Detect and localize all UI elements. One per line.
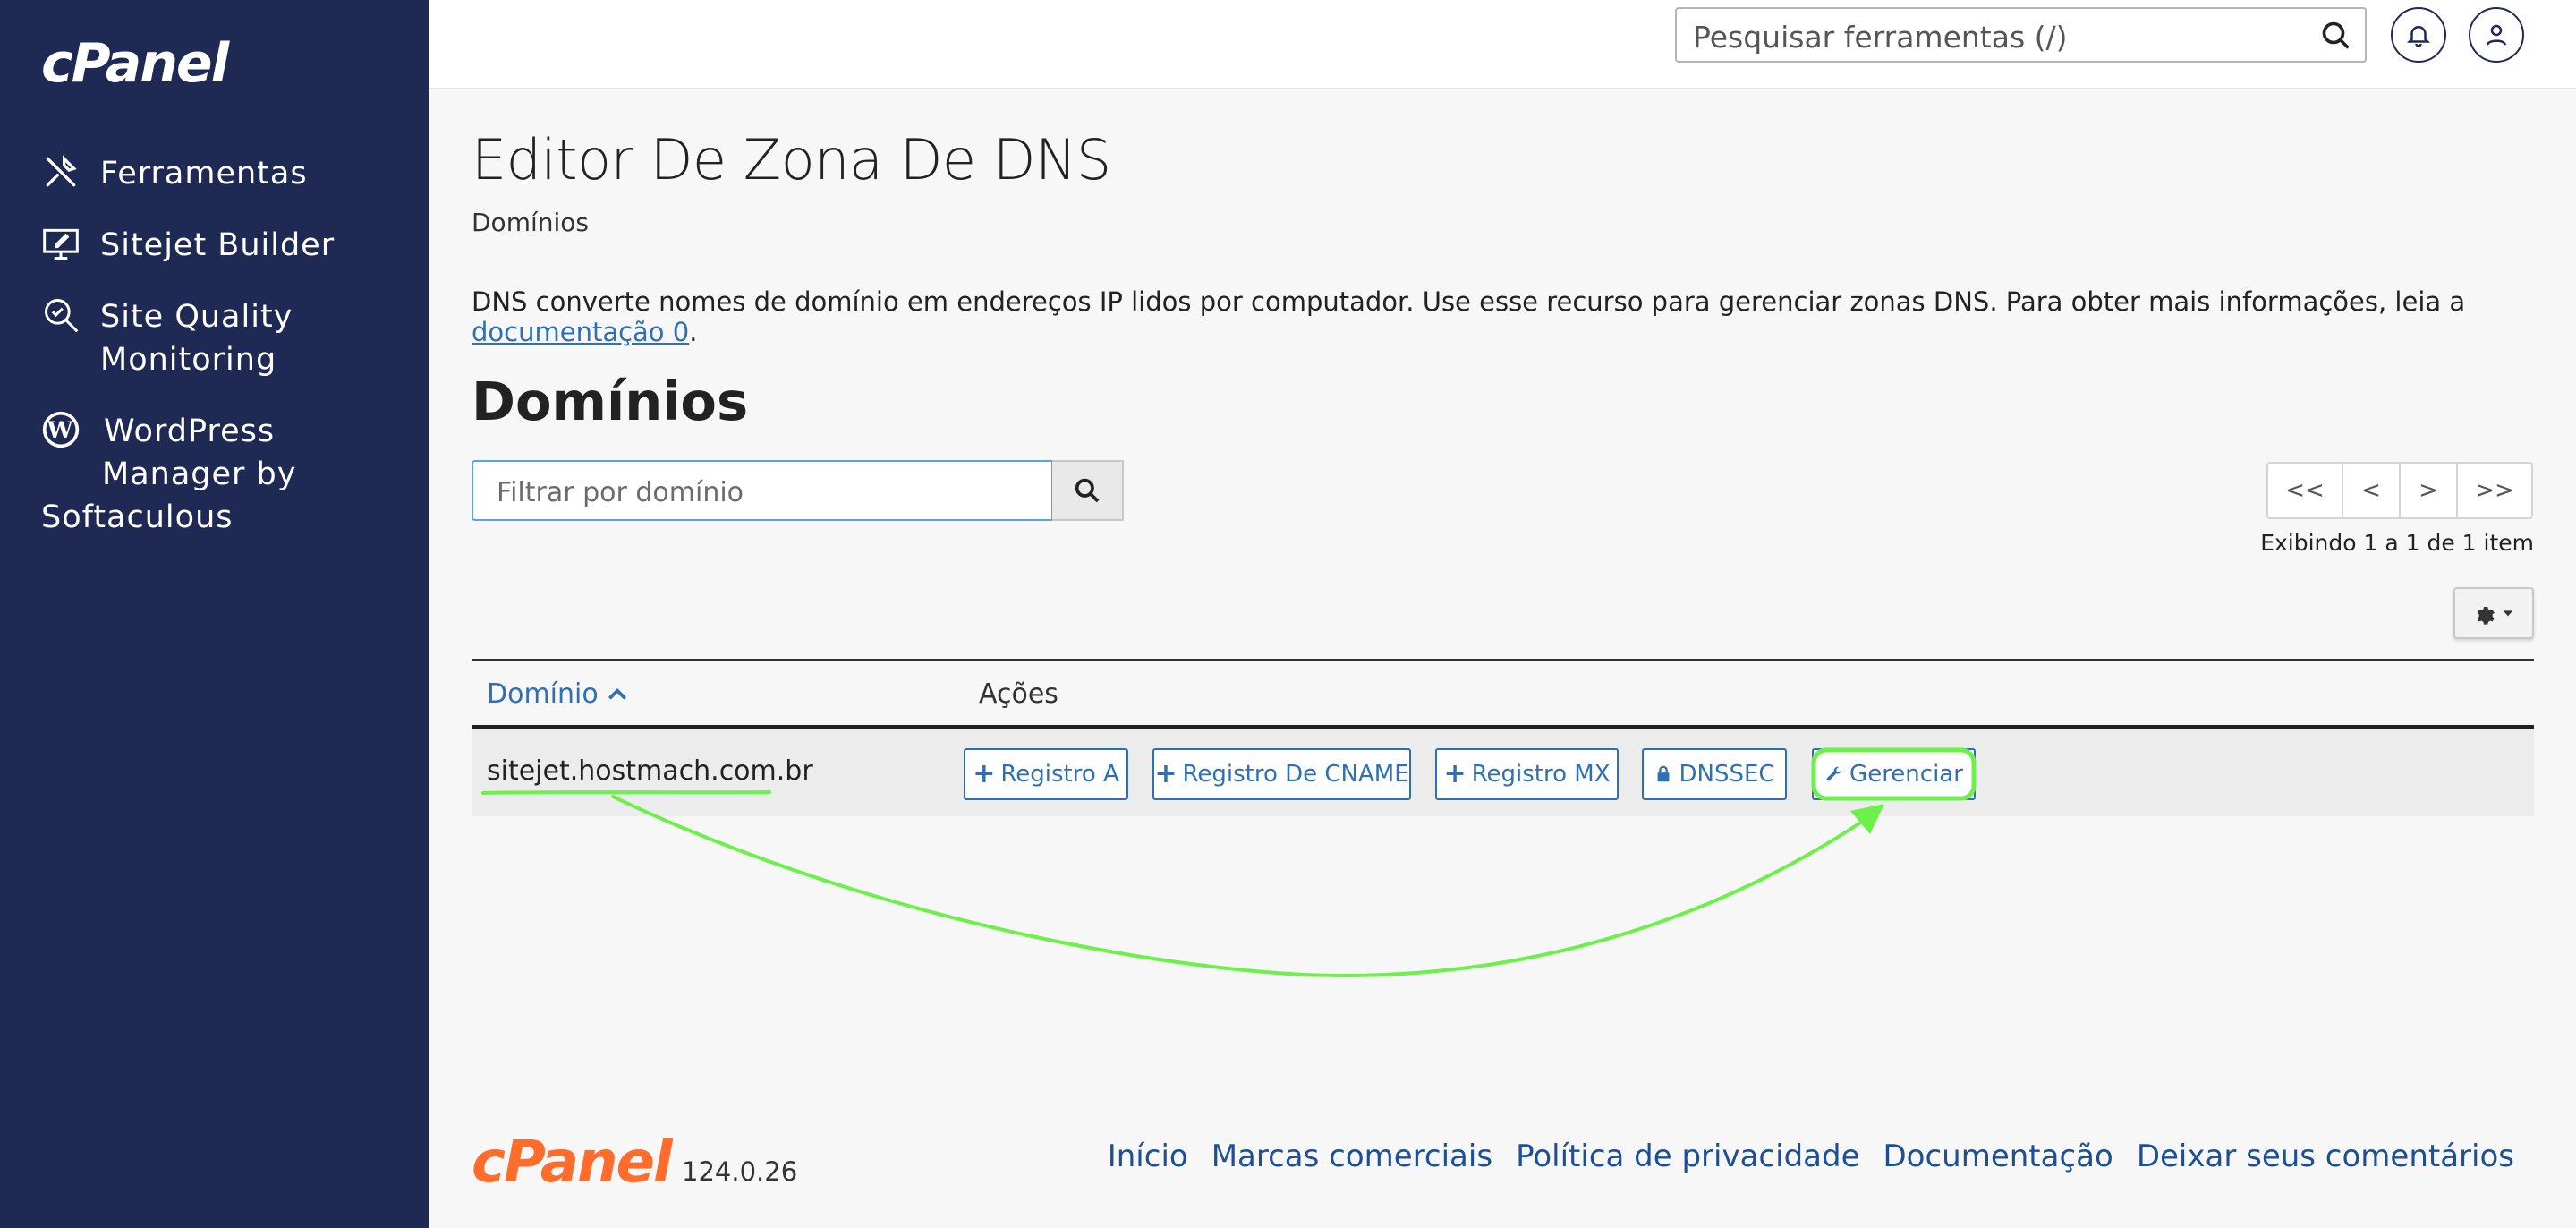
settings-dropdown-button[interactable] [2453, 587, 2534, 639]
description-end: . [689, 317, 698, 347]
documentation-link[interactable]: documentação 0 [472, 317, 689, 347]
lock-icon [1658, 765, 1670, 782]
footer-link-privacy[interactable]: Política de privacidade [1516, 1138, 1859, 1174]
label-line-2: Monitoring [100, 342, 277, 378]
button-label: Registro A [1000, 761, 1119, 788]
bell-icon [2406, 26, 2431, 47]
footer-link-feedback[interactable]: Deixar seus comentários [2137, 1138, 2514, 1174]
gear-icon [2477, 606, 2495, 625]
next-page-button[interactable]: > [2399, 462, 2458, 519]
monitor-pen-icon [41, 224, 86, 267]
tools-icon [41, 152, 86, 195]
tool-search-input[interactable] [1691, 18, 2303, 55]
label-line-1: Site Quality [100, 299, 293, 335]
pagination: << < > >> [2266, 462, 2533, 519]
last-page-button[interactable]: >> [2456, 462, 2533, 519]
magnifier-check-icon [41, 295, 86, 338]
button-label: Gerenciar [1849, 761, 1963, 788]
add-a-record-button[interactable]: + Registro A [964, 748, 1128, 800]
add-mx-record-button[interactable]: + Registro MX [1435, 748, 1619, 800]
user-menu-button[interactable] [2469, 7, 2524, 63]
sidebar-item-site-quality[interactable]: Site Quality Monitoring [41, 295, 293, 381]
user-icon [2486, 24, 2507, 46]
caret-down-icon [2503, 610, 2513, 617]
footer-link-trademarks[interactable]: Marcas comerciais [1211, 1138, 1492, 1174]
button-label: DNSSEC [1679, 761, 1775, 788]
section-title: Domínios [472, 371, 749, 432]
prev-page-button[interactable]: < [2342, 462, 2401, 519]
sidebar-item-wordpress[interactable]: W WordPress Manager by Softaculous [41, 410, 296, 539]
sidebar-item-label: Ferramentas [100, 156, 308, 192]
add-cname-record-button[interactable]: + Registro De CNAME [1152, 748, 1411, 800]
button-label: Registro De CNAME [1182, 761, 1409, 788]
label-line-1: WordPress [104, 414, 276, 449]
arrow-curve [611, 795, 1872, 978]
plus-icon: + [1443, 758, 1467, 789]
dnssec-button[interactable]: DNSSEC [1642, 748, 1787, 800]
footer-link-inicio[interactable]: Início [1108, 1138, 1188, 1174]
column-header-label: Domínio [487, 678, 599, 710]
domain-cell: sitejet.hostmach.com.br [487, 755, 813, 787]
manage-button[interactable]: Gerenciar [1812, 748, 1976, 800]
pagination-summary: Exibindo 1 a 1 de 1 item [2260, 530, 2534, 556]
sidebar: cPanel Ferramentas Sitejet Builder Site … [0, 0, 429, 1228]
first-page-button[interactable]: << [2266, 462, 2343, 519]
page-description: DNS converte nomes de domínio em endereç… [472, 286, 2576, 347]
tool-search-box[interactable] [1675, 7, 2367, 63]
footer-cpanel-logo: cPanel [472, 1130, 673, 1196]
filter-search-button[interactable] [1052, 460, 1124, 521]
sidebar-item-ferramentas[interactable]: Ferramentas [41, 152, 308, 195]
cpanel-logo[interactable]: cPanel [41, 32, 229, 95]
svg-text:W: W [47, 417, 75, 444]
column-header-actions: Ações [979, 678, 1058, 710]
page-title: Editor De Zona De DNS [472, 127, 1111, 192]
description-text: DNS converte nomes de domínio em endereç… [472, 286, 2466, 317]
table-top-border [472, 659, 2534, 661]
footer-links: Início Marcas comerciais Política de pri… [1108, 1138, 2514, 1174]
wordpress-icon: W [41, 410, 86, 453]
footer-link-documentation[interactable]: Documentação [1883, 1138, 2113, 1174]
label-line-2: Manager by [102, 456, 297, 492]
sidebar-item-label: Sitejet Builder [100, 227, 336, 263]
breadcrumb: Domínios [472, 208, 589, 237]
label-line-3: Softaculous [41, 499, 234, 535]
search-icon [1075, 478, 1100, 503]
wrench-icon [1826, 766, 1842, 781]
domain-filter-input[interactable] [495, 473, 1035, 512]
domain-filter-box[interactable] [472, 460, 1053, 521]
footer-version: 124.0.26 [682, 1156, 798, 1187]
sidebar-item-sitejet[interactable]: Sitejet Builder [41, 224, 335, 267]
button-label: Registro MX [1471, 761, 1611, 788]
column-header-domain[interactable]: Domínio [487, 678, 629, 710]
sidebar-item-label: Site Quality Monitoring [100, 295, 293, 381]
notifications-button[interactable] [2391, 7, 2446, 63]
sort-ascending-icon [608, 687, 626, 700]
plus-icon: + [1154, 758, 1177, 789]
search-icon[interactable] [2320, 20, 2352, 52]
plus-icon: + [973, 758, 996, 789]
